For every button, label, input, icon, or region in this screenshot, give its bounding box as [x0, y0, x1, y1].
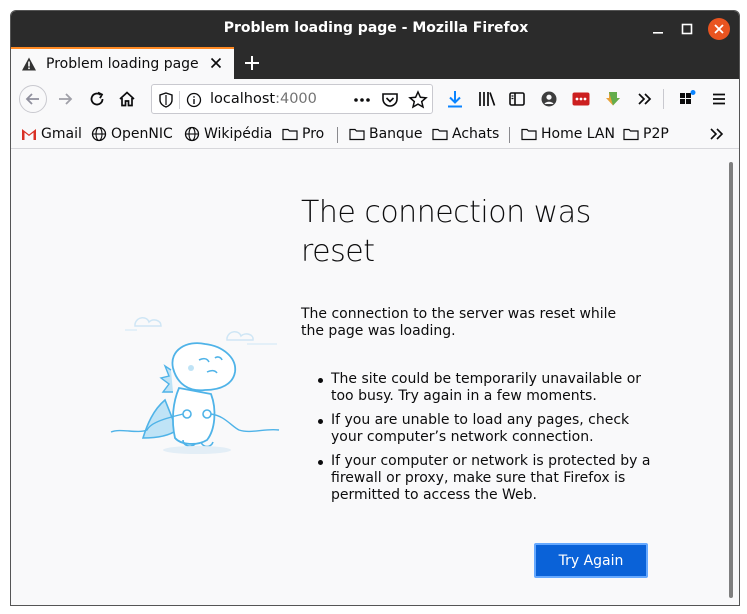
reload-button[interactable]	[85, 87, 109, 111]
bookmark-label: OpenNIC	[111, 126, 173, 142]
maximize-button[interactable]	[676, 18, 698, 40]
error-suggestions: The site could be temporarily unavailabl…	[315, 371, 655, 511]
folder-icon	[282, 128, 298, 141]
folder-icon	[432, 128, 448, 141]
main-menu-button[interactable]	[707, 87, 731, 111]
reader-view-button[interactable]	[505, 87, 529, 111]
globe-icon	[184, 126, 200, 142]
tab-strip: Problem loading page	[11, 47, 739, 79]
page-actions-icon[interactable]	[352, 90, 372, 110]
extensions-button[interactable]	[675, 87, 699, 111]
dinosaur-illustration-icon	[110, 317, 280, 454]
sidebar-icon	[509, 92, 525, 106]
bookmark-label: P2P	[643, 126, 669, 142]
maximize-icon	[681, 23, 693, 35]
info-icon[interactable]	[186, 92, 202, 108]
close-icon	[714, 24, 724, 34]
url-host: localhost	[210, 91, 276, 107]
bookmark-folder-achats[interactable]: Achats	[432, 125, 499, 143]
url-bar[interactable]: localhost:4000	[151, 84, 433, 114]
download-icon	[448, 91, 462, 108]
bookmark-star-icon[interactable]	[408, 90, 428, 110]
bookmark-opennic[interactable]: OpenNIC	[91, 125, 173, 143]
account-icon	[541, 91, 557, 107]
folder-icon	[623, 128, 639, 141]
home-button[interactable]	[115, 87, 139, 111]
bookmark-label: Banque	[369, 126, 423, 142]
bookmark-label: Pro	[302, 126, 325, 142]
downloads-button[interactable]	[443, 87, 467, 111]
bookmark-separator	[337, 127, 338, 143]
bookmark-folder-banque[interactable]: Banque	[349, 125, 422, 143]
browser-window: Problem loading page - Mozilla Firefox P…	[10, 10, 740, 606]
window-title: Problem loading page - Mozilla Firefox	[223, 20, 529, 36]
toolbar-separator	[663, 89, 664, 109]
url-separator	[179, 91, 180, 109]
new-tab-icon[interactable]	[242, 53, 262, 73]
error-title: The connection was reset	[301, 195, 591, 269]
bookmark-wikipedia[interactable]: Wikipédia	[184, 125, 272, 143]
vertical-scrollbar[interactable]	[727, 152, 735, 602]
double-chevron-icon	[710, 128, 724, 140]
pocket-icon[interactable]	[380, 90, 400, 110]
error-description: The connection to the server was reset w…	[301, 306, 617, 339]
bookmark-label: Gmail	[41, 126, 82, 142]
shield-icon[interactable]	[159, 92, 173, 108]
list-item: If you are unable to load any pages, che…	[315, 412, 655, 446]
folder-icon	[521, 128, 537, 141]
forward-button[interactable]	[53, 87, 77, 111]
bookmarks-toolbar: Gmail OpenNIC Wikipédia Pro Banque Achat…	[11, 119, 739, 149]
globe-icon	[91, 126, 107, 142]
double-chevron-icon	[638, 93, 652, 105]
arrow-right-icon	[59, 93, 73, 105]
error-page: The connection was reset The connection …	[11, 150, 739, 605]
url-port: :4000	[275, 91, 317, 107]
library-icon	[479, 92, 496, 106]
warning-icon	[22, 57, 36, 71]
download-helper-icon	[606, 92, 620, 106]
bookmark-separator	[509, 127, 510, 143]
account-button[interactable]	[537, 87, 561, 111]
tab-problem-loading[interactable]: Problem loading page	[11, 47, 234, 79]
arrow-left-icon	[25, 93, 39, 105]
bookmarks-overflow-button[interactable]	[709, 125, 729, 143]
title-bar: Problem loading page - Mozilla Firefox	[11, 11, 739, 47]
minimize-icon	[653, 32, 663, 34]
bookmark-folder-p2p[interactable]: P2P	[623, 125, 669, 143]
bookmark-label: Wikipédia	[204, 126, 273, 142]
extension-button-download[interactable]	[601, 87, 625, 111]
navigation-toolbar: localhost:4000	[11, 79, 739, 119]
bookmark-gmail[interactable]: Gmail	[21, 125, 82, 143]
close-window-button[interactable]	[708, 18, 730, 40]
home-icon	[119, 91, 135, 107]
extension-button-red[interactable]	[569, 87, 593, 111]
list-item: The site could be temporarily unavailabl…	[315, 371, 655, 405]
close-tab-icon[interactable]	[208, 55, 224, 71]
hamburger-menu-icon	[713, 93, 725, 105]
bookmark-label: Home LAN	[541, 126, 615, 142]
back-button[interactable]	[19, 85, 47, 113]
extensions-icon	[680, 90, 696, 104]
bookmark-label: Achats	[452, 126, 500, 142]
minimize-button[interactable]	[647, 18, 669, 40]
lastpass-icon	[572, 92, 590, 106]
bookmark-folder-home-lan[interactable]: Home LAN	[521, 125, 615, 143]
gmail-icon	[22, 129, 36, 140]
tab-label: Problem loading page	[46, 56, 199, 72]
url-text[interactable]: localhost:4000	[210, 91, 317, 107]
folder-icon	[349, 128, 365, 141]
try-again-button[interactable]: Try Again	[534, 543, 648, 578]
reload-icon	[90, 91, 104, 106]
list-item: If your computer or network is protected…	[315, 453, 655, 504]
bookmark-folder-pro[interactable]: Pro	[282, 125, 324, 143]
library-button[interactable]	[475, 87, 499, 111]
overflow-menu-button[interactable]	[633, 87, 657, 111]
scrollbar-thumb[interactable]	[729, 162, 733, 598]
